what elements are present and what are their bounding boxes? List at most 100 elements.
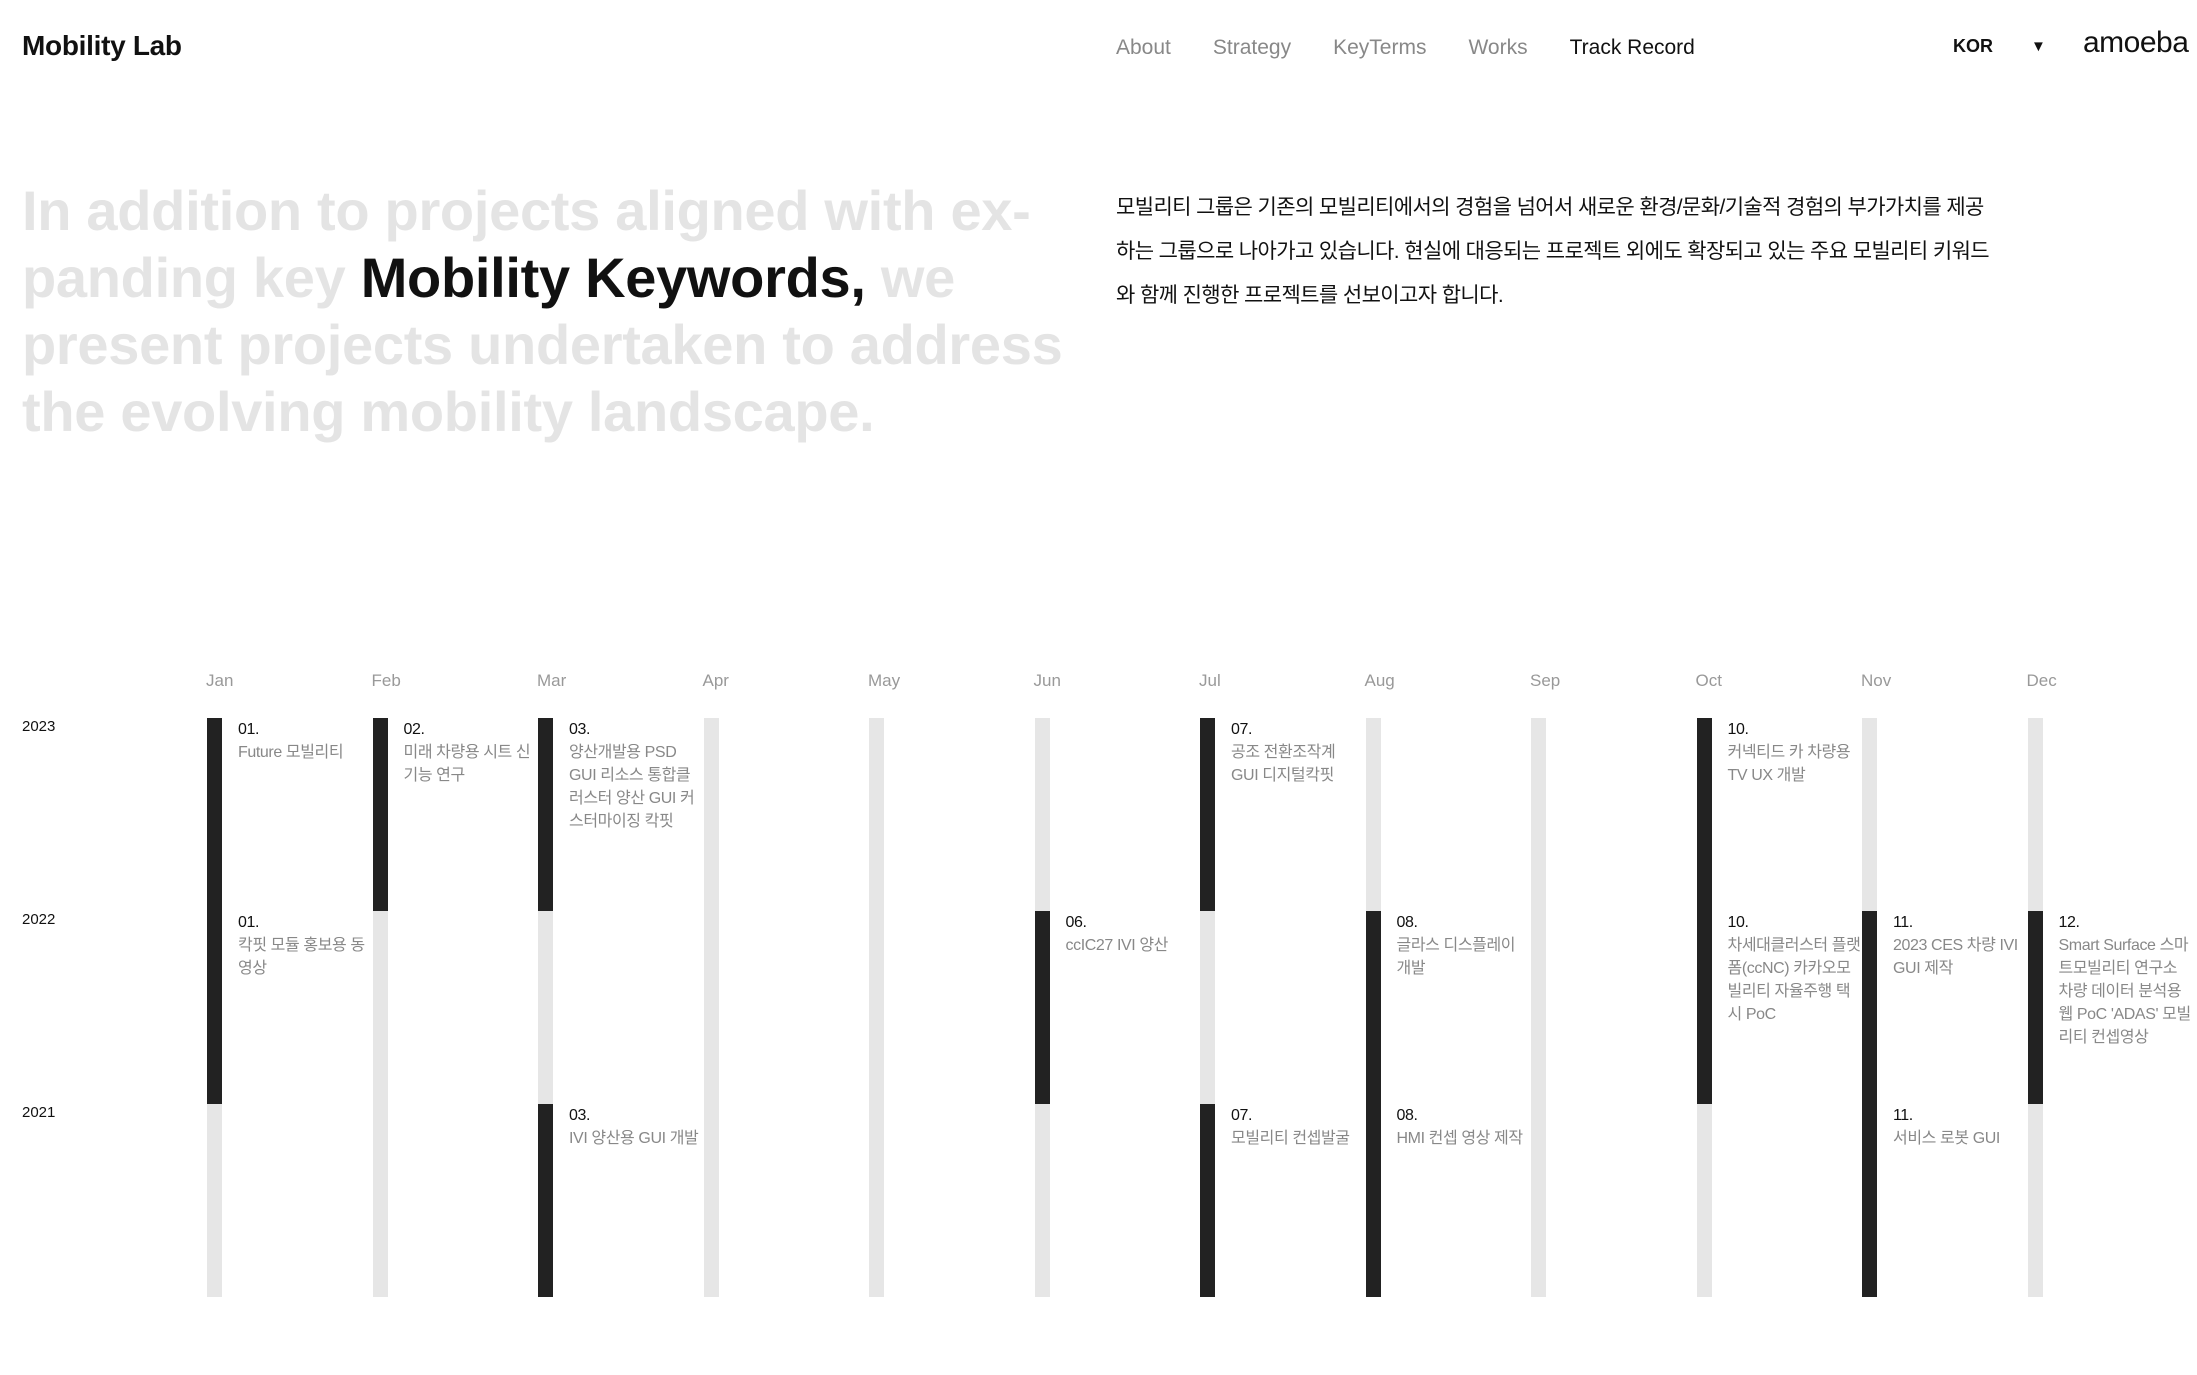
timeline-bar-inactive xyxy=(1034,718,1050,911)
month-label: Apr xyxy=(702,671,729,690)
nav-about[interactable]: About xyxy=(1116,36,1171,60)
project-title: 서비스 로봇 GUI xyxy=(1893,1130,2000,1147)
project-number: 01. xyxy=(238,914,260,931)
month-label: Oct xyxy=(1695,671,1722,690)
month-label: Nov xyxy=(1861,671,1892,690)
project-number: 07. xyxy=(1231,1107,1253,1124)
project-title: 칵핏 모듈 홍보용 동영상 xyxy=(238,937,365,977)
timeline-bar-inactive xyxy=(2027,1104,2043,1297)
timeline-bar-inactive xyxy=(1531,718,1546,911)
project-title: 모빌리티 컨셉발굴 xyxy=(1231,1130,1350,1147)
project-entry[interactable]: 01. Future 모빌리티 xyxy=(238,718,373,764)
timeline-bar-inactive xyxy=(2027,718,2043,911)
timeline-bar-active xyxy=(1200,1104,1215,1297)
timeline-bar-active xyxy=(207,718,222,911)
project-entry[interactable]: 10. 차세대클러스터 플랫폼(ccNC) 카카오모빌리티 자율주행 택시 PoC xyxy=(1728,911,1863,1026)
timeline-bar-active xyxy=(372,718,388,911)
month-label: May xyxy=(868,671,901,690)
intro-description: 모빌리티 그룹은 기존의 모빌리티에서의 경험을 넘어서 새로운 환경/문화/기… xyxy=(1116,196,1990,307)
nav-keyterms[interactable]: KeyTerms xyxy=(1333,36,1426,60)
intro-headline: In addition to projects aligned with ex-… xyxy=(22,177,1072,445)
timeline-bar-inactive xyxy=(869,718,884,911)
timeline-bar-active xyxy=(538,1104,553,1297)
month-label: Jul xyxy=(1199,671,1221,690)
site-logo[interactable]: Mobility Lab xyxy=(22,30,182,62)
brand-logo[interactable]: amoeba xyxy=(2083,26,2189,60)
timeline-bar-inactive xyxy=(1696,1104,1712,1297)
project-entry[interactable]: 01. 칵핏 모듈 홍보용 동영상 xyxy=(238,911,373,980)
timeline-bar-inactive xyxy=(703,718,719,911)
chevron-down-icon: ▼ xyxy=(2031,38,2046,55)
timeline-bar-inactive xyxy=(1200,911,1215,1104)
month-label: Feb xyxy=(371,671,401,690)
project-number: 11. xyxy=(1893,1107,1913,1124)
project-title: HMI 컨셉 영상 제작 xyxy=(1396,1130,1524,1147)
timeline-bar-active xyxy=(1365,1104,1381,1297)
timeline-bar-inactive xyxy=(1531,1104,1546,1297)
project-title: 2023 CES 차량 IVI GUI 제작 xyxy=(1893,937,2018,977)
timeline-bar-active xyxy=(1365,911,1381,1104)
project-title: 차세대클러스터 플랫폼(ccNC) 카카오모빌리티 자율주행 택시 PoC xyxy=(1727,937,1861,1023)
project-entry[interactable]: 12. Smart Surface 스마트모빌리티 연구소 차량 데이터 분석용 … xyxy=(2059,911,2194,1049)
project-title: 공조 전환조작계 GUI 디지털칵핏 xyxy=(1231,744,1336,784)
project-entry[interactable]: 03. 양산개발용 PSD GUI 리소스 통합클러스터 양산 GUI 커스터마이… xyxy=(569,718,704,833)
project-entry[interactable]: 07. 공조 전환조작계 GUI 디지털칵핏 xyxy=(1231,718,1366,787)
month-label: Jan xyxy=(206,671,234,690)
project-entry[interactable]: 06. ccIC27 IVI 양산 xyxy=(1066,911,1201,957)
project-entry[interactable]: 11. 서비스 로봇 GUI xyxy=(1893,1104,2028,1150)
timeline-bar-active xyxy=(538,718,553,911)
month-label: Sep xyxy=(1530,671,1561,690)
project-number: 10. xyxy=(1727,721,1749,738)
timeline-bar-active xyxy=(1696,718,1712,911)
project-number: 03. xyxy=(569,1107,591,1124)
timeline-bar-inactive xyxy=(372,911,388,1104)
language-selector[interactable]: KOR ▼ xyxy=(1953,36,2046,57)
project-title: 양산개발용 PSD GUI 리소스 통합클러스터 양산 GUI 커스터마이징 칵… xyxy=(569,744,695,830)
timeline-bar-active xyxy=(1696,911,1712,1104)
timeline-bar-active xyxy=(1200,718,1215,911)
year-label: 2023 xyxy=(22,718,56,735)
project-title: ccIC27 IVI 양산 xyxy=(1065,937,1169,954)
project-number: 02. xyxy=(403,721,425,738)
year-label: 2022 xyxy=(22,911,56,928)
timeline-bar-active xyxy=(1862,911,1877,1104)
site-header: Mobility Lab About Strategy KeyTerms Wor… xyxy=(0,0,2197,96)
project-title: 미래 차량용 시트 신기능 연구 xyxy=(403,744,531,784)
nav-works[interactable]: Works xyxy=(1468,36,1527,60)
nav-strategy[interactable]: Strategy xyxy=(1213,36,1291,60)
timeline-bar-inactive xyxy=(1531,911,1546,1104)
timeline-bar-active xyxy=(1034,911,1050,1104)
timeline-bar-active xyxy=(207,911,222,1104)
month-label: Mar xyxy=(537,671,567,690)
track-record-timeline: Jan Feb Mar Apr May Jun Jul Aug Sep Oct Nov Dec 2023… xyxy=(0,660,2197,1320)
project-entry[interactable]: 02. 미래 차량용 시트 신기능 연구 xyxy=(404,718,539,787)
project-entry[interactable]: 08. 글라스 디스플레이 개발 xyxy=(1397,911,1532,980)
headline-emphasis: Mobility Keywords, xyxy=(360,246,866,309)
project-title: Smart Surface 스마트모빌리티 연구소 차량 데이터 분석용 웹 P… xyxy=(2058,937,2192,1046)
timeline-bar-inactive xyxy=(703,911,719,1104)
project-entry[interactable]: 03. IVI 양산용 GUI 개발 xyxy=(569,1104,704,1150)
timeline-bar-inactive xyxy=(207,1104,222,1297)
project-title: IVI 양산용 GUI 개발 xyxy=(569,1130,699,1147)
project-entry[interactable]: 10. 커넥티드 카 차량용 TV UX 개발 xyxy=(1728,718,1863,787)
main-nav: About Strategy KeyTerms Works Track Reco… xyxy=(1116,36,1695,60)
project-number: 08. xyxy=(1396,914,1418,931)
timeline-bar-inactive xyxy=(703,1104,719,1297)
project-entry[interactable]: 08. HMI 컨셉 영상 제작 xyxy=(1397,1104,1532,1150)
project-number: 11. xyxy=(1893,914,1913,931)
month-label: Jun xyxy=(1033,671,1061,690)
timeline-bar-inactive xyxy=(372,1104,388,1297)
timeline-bar-inactive xyxy=(1862,718,1877,911)
timeline-bar-inactive xyxy=(1034,1104,1050,1297)
timeline-bar-inactive xyxy=(869,911,884,1104)
project-title: 글라스 디스플레이 개발 xyxy=(1396,937,1516,977)
project-entry[interactable]: 11. 2023 CES 차량 IVI GUI 제작 xyxy=(1893,911,2028,980)
project-number: 10. xyxy=(1727,914,1749,931)
project-title: Future 모빌리티 xyxy=(238,744,344,761)
project-title: 커넥티드 카 차량용 TV UX 개발 xyxy=(1727,744,1851,784)
project-entry[interactable]: 07. 모빌리티 컨셉발굴 xyxy=(1231,1104,1366,1150)
nav-track-record[interactable]: Track Record xyxy=(1570,36,1695,60)
language-label: KOR xyxy=(1953,36,1993,56)
project-number: 06. xyxy=(1065,914,1087,931)
project-number: 07. xyxy=(1231,721,1253,738)
